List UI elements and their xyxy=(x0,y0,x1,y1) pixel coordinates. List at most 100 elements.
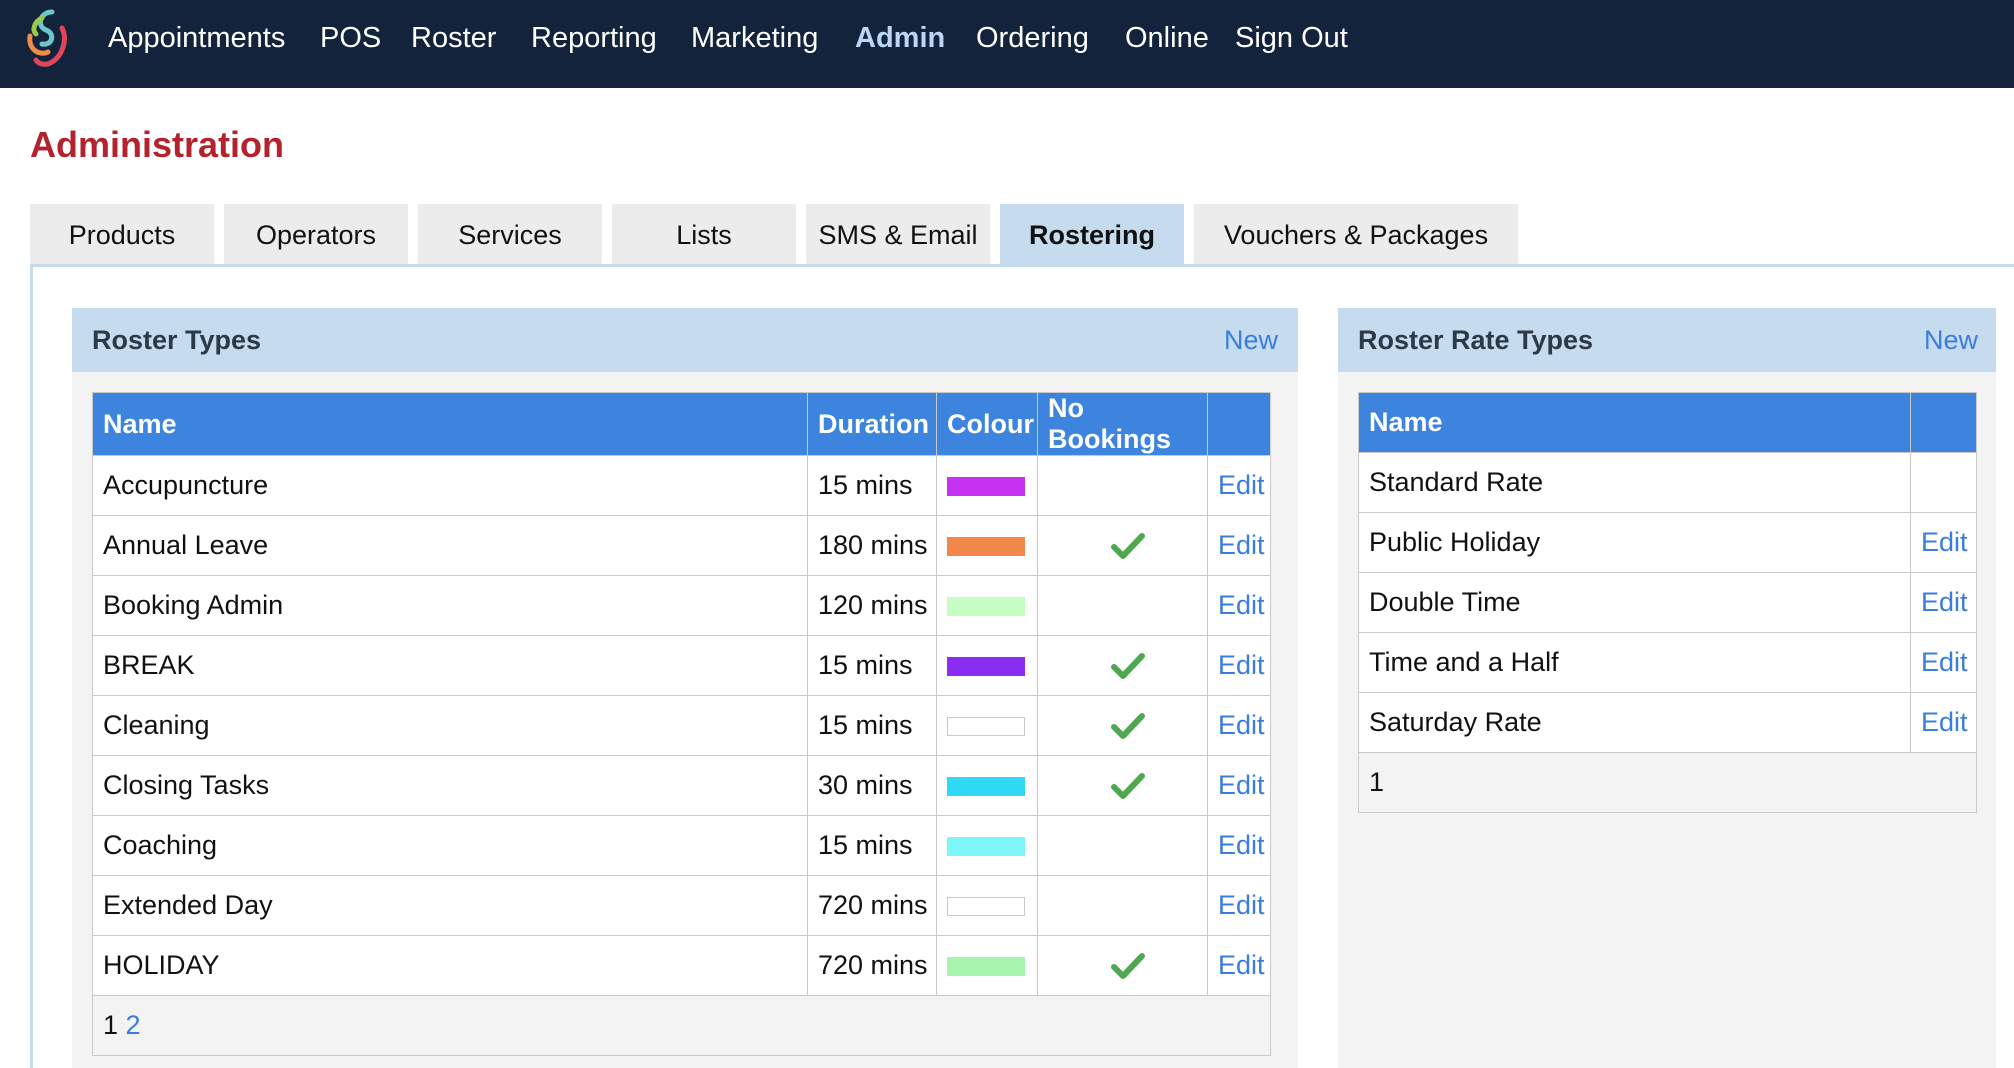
row-no-bookings xyxy=(1037,695,1208,756)
table-row: Extended Day 720 mins Edit xyxy=(92,875,1271,936)
row-duration: 30 mins xyxy=(807,755,937,816)
table-row: Annual Leave 180 mins Edit xyxy=(92,515,1271,576)
rate-edit-cell: Edit xyxy=(1910,572,1977,633)
tab-operators[interactable]: Operators xyxy=(224,204,408,266)
edit-link[interactable]: Edit xyxy=(1218,590,1265,620)
edit-link[interactable]: Edit xyxy=(1921,587,1968,617)
roster-types-header: Roster Types New xyxy=(72,308,1298,372)
tab-rostering[interactable]: Rostering xyxy=(1000,204,1184,266)
col-duration: Duration xyxy=(807,392,937,456)
row-colour-cell xyxy=(936,515,1038,576)
tab-services[interactable]: Services xyxy=(418,204,602,266)
col-name: Name xyxy=(92,392,808,456)
rate-name: Public Holiday xyxy=(1358,512,1911,573)
edit-link[interactable]: Edit xyxy=(1921,647,1968,677)
roster-types-title: Roster Types xyxy=(92,324,262,355)
nav-sign-out[interactable]: Sign Out xyxy=(1235,0,1348,76)
roster-types-header-row: Name Duration Colour No Bookings xyxy=(92,392,1271,456)
tab-underline xyxy=(30,264,2014,267)
rate-edit-cell: Edit xyxy=(1910,692,1977,753)
checkmark-icon xyxy=(1110,532,1145,559)
edit-link[interactable]: Edit xyxy=(1921,707,1968,737)
col-no-bookings: No Bookings xyxy=(1037,392,1208,456)
row-no-bookings xyxy=(1037,575,1208,636)
tab-lists[interactable]: Lists xyxy=(612,204,796,266)
page-link-2[interactable]: 2 xyxy=(126,1010,141,1040)
row-duration: 120 mins xyxy=(807,575,937,636)
pagination-cell: 1 2 xyxy=(92,995,1271,1056)
nav-reporting[interactable]: Reporting xyxy=(531,0,657,76)
table-row: BREAK 15 mins Edit xyxy=(92,635,1271,696)
colour-swatch xyxy=(947,837,1025,857)
edit-link[interactable]: Edit xyxy=(1921,527,1968,557)
col-rate-name: Name xyxy=(1358,392,1911,453)
row-colour-cell xyxy=(936,575,1038,636)
rate-types-header-row: Name xyxy=(1358,392,1977,453)
roster-types-panel: Roster Types New Name Duration Colour No… xyxy=(72,308,1298,1068)
rate-types-header: Roster Rate Types New xyxy=(1338,308,1996,372)
page-current: 1 xyxy=(103,1010,119,1040)
nav-marketing[interactable]: Marketing xyxy=(691,0,818,76)
row-edit-cell: Edit xyxy=(1207,575,1271,636)
nav-online[interactable]: Online xyxy=(1125,0,1209,76)
edit-link[interactable]: Edit xyxy=(1218,830,1265,860)
row-colour-cell xyxy=(936,755,1038,816)
row-duration: 15 mins xyxy=(807,815,937,876)
row-no-bookings xyxy=(1037,815,1208,876)
nav-roster[interactable]: Roster xyxy=(411,0,496,76)
rate-name: Time and a Half xyxy=(1358,632,1911,693)
page-current: 1 xyxy=(1369,767,1385,797)
rate-types-new-link[interactable]: New xyxy=(1924,308,1978,372)
row-edit-cell: Edit xyxy=(1207,755,1271,816)
row-edit-cell: Edit xyxy=(1207,455,1271,516)
checkmark-icon xyxy=(1110,772,1145,799)
row-colour-cell xyxy=(936,815,1038,876)
rate-types-table: Name Standard Rate Public Holiday Edit D… xyxy=(1358,392,1977,813)
roster-types-table: Name Duration Colour No Bookings Accupun… xyxy=(92,392,1271,1056)
pagination-row: 1 2 xyxy=(92,995,1271,1056)
roster-types-body: Accupuncture 15 mins Edit Annual Leave 1… xyxy=(92,455,1271,1056)
edit-link[interactable]: Edit xyxy=(1218,710,1265,740)
col-rate-actions xyxy=(1910,392,1977,453)
nav-pos[interactable]: POS xyxy=(320,0,381,76)
row-no-bookings xyxy=(1037,755,1208,816)
colour-swatch xyxy=(947,597,1025,617)
row-colour-cell xyxy=(936,935,1038,996)
app-logo-icon[interactable] xyxy=(22,6,74,72)
pagination-row: 1 xyxy=(1358,752,1977,813)
edit-link[interactable]: Edit xyxy=(1218,470,1265,500)
row-edit-cell: Edit xyxy=(1207,635,1271,696)
table-row: HOLIDAY 720 mins Edit xyxy=(92,935,1271,996)
edit-link[interactable]: Edit xyxy=(1218,890,1265,920)
edit-link[interactable]: Edit xyxy=(1218,770,1265,800)
row-edit-cell: Edit xyxy=(1207,935,1271,996)
edit-link[interactable]: Edit xyxy=(1218,650,1265,680)
row-name: HOLIDAY xyxy=(92,935,808,996)
row-no-bookings xyxy=(1037,635,1208,696)
colour-swatch xyxy=(947,897,1025,917)
row-name: Cleaning xyxy=(92,695,808,756)
rate-types-title: Roster Rate Types xyxy=(1358,324,1594,355)
row-edit-cell: Edit xyxy=(1207,815,1271,876)
table-row: Cleaning 15 mins Edit xyxy=(92,695,1271,756)
edit-link[interactable]: Edit xyxy=(1218,950,1265,980)
nav-appointments[interactable]: Appointments xyxy=(108,0,285,76)
rate-name: Saturday Rate xyxy=(1358,692,1911,753)
row-no-bookings xyxy=(1037,935,1208,996)
tab-products[interactable]: Products xyxy=(30,204,214,266)
nav-ordering[interactable]: Ordering xyxy=(976,0,1089,76)
edit-link[interactable]: Edit xyxy=(1218,530,1265,560)
top-nav-bar: Appointments POS Roster Reporting Market… xyxy=(0,0,2014,88)
nav-admin[interactable]: Admin xyxy=(855,0,945,76)
tab-sms-email[interactable]: SMS & Email xyxy=(806,204,990,266)
row-colour-cell xyxy=(936,695,1038,756)
table-row: Closing Tasks 30 mins Edit xyxy=(92,755,1271,816)
row-no-bookings xyxy=(1037,515,1208,576)
row-duration: 720 mins xyxy=(807,875,937,936)
table-row: Standard Rate xyxy=(1358,452,1977,513)
row-name: Closing Tasks xyxy=(92,755,808,816)
row-no-bookings xyxy=(1037,875,1208,936)
tab-vouchers-packages[interactable]: Vouchers & Packages xyxy=(1194,204,1518,266)
colour-swatch xyxy=(947,717,1025,737)
roster-types-new-link[interactable]: New xyxy=(1224,308,1278,372)
